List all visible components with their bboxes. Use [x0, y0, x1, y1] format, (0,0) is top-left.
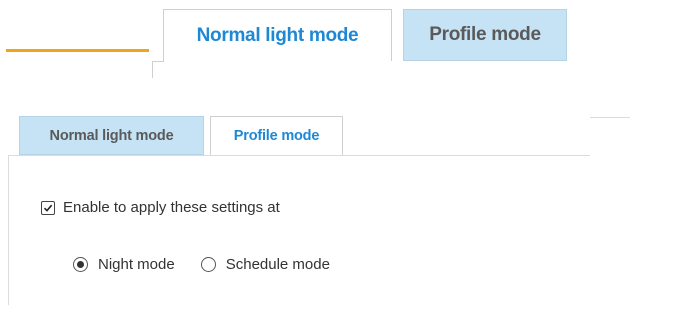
mode-radio-group: Night mode Schedule mode	[73, 256, 330, 273]
tab-normal-light-mode[interactable]: Normal light mode	[19, 116, 204, 155]
zoomed-panel-border-top	[152, 61, 164, 62]
checkmark-icon	[43, 204, 53, 212]
radio-selected-dot	[77, 261, 84, 268]
divider	[590, 117, 630, 118]
tab-bar: Normal light mode Profile mode	[19, 116, 343, 155]
zoomed-tab-normal-light-mode[interactable]: Normal light mode	[163, 9, 392, 61]
panel-border-left	[8, 155, 9, 305]
zoomed-tab-bar: Normal light mode Profile mode	[163, 9, 567, 61]
enable-label: Enable to apply these settings at	[63, 199, 280, 216]
night-mode-radio[interactable]	[73, 257, 88, 272]
panel-border-top	[8, 155, 590, 156]
zoomed-panel-border	[152, 61, 153, 78]
schedule-mode-radio[interactable]	[200, 257, 216, 272]
enable-checkbox[interactable]	[41, 200, 55, 215]
tab-profile-mode[interactable]: Profile mode	[210, 116, 343, 155]
enable-row: Enable to apply these settings at	[41, 199, 280, 216]
accent-underline	[6, 49, 149, 52]
night-mode-label: Night mode	[98, 256, 175, 273]
zoomed-tab-profile-mode[interactable]: Profile mode	[403, 9, 567, 61]
schedule-mode-label: Schedule mode	[225, 256, 330, 273]
